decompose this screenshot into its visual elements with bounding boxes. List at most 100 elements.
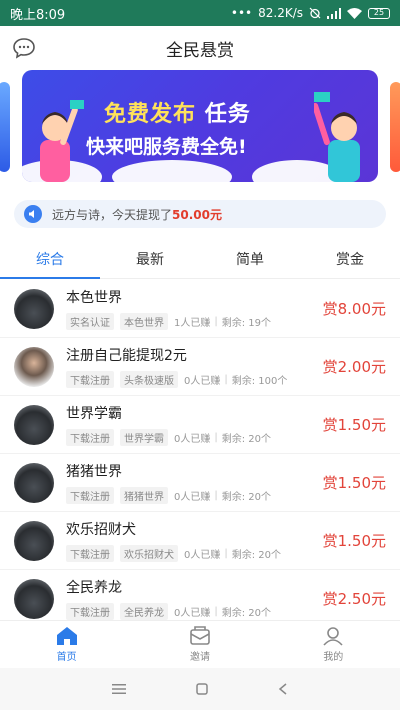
task-type-tag: 下载注册: [66, 371, 114, 388]
task-avatar: [14, 404, 54, 445]
task-reward: 赏2.00元: [322, 358, 386, 376]
meta-divider: |: [224, 374, 228, 385]
task-avatar: [14, 346, 54, 387]
task-earned-count: 0人已赚: [184, 550, 221, 561]
meta-divider: |: [214, 432, 218, 443]
task-reward: 赏8.00元: [322, 300, 386, 318]
battery-icon: 25: [368, 7, 390, 19]
cheering-person-left-illustration: [40, 100, 84, 182]
signal-dots-icon: •••: [230, 6, 253, 20]
task-avatar: [14, 578, 54, 619]
tab-simple[interactable]: 简单: [200, 243, 300, 278]
task-app-tag: 头条极速版: [120, 371, 178, 388]
task-name: 全民养龙: [66, 580, 122, 596]
banner-carousel[interactable]: 免费发布 任务 快来吧服务费全免!: [0, 68, 400, 186]
task-type-tag: 下载注册: [66, 487, 114, 504]
banner-headline-rest: 任务: [204, 102, 251, 127]
invite-icon: [190, 626, 210, 645]
back-icon[interactable]: [278, 683, 288, 695]
tab-comprehensive[interactable]: 综合: [0, 243, 100, 279]
task-app-tag: 全民养龙: [120, 603, 168, 620]
wifi-icon: [347, 7, 362, 19]
task-row[interactable]: 猪猪世界 下载注册 猪猪世界 0人已赚 | 剩余: 20个 赏1.50元: [0, 454, 400, 512]
network-speed: 82.2K/s: [258, 6, 303, 20]
task-tabs: 综合 最新 简单 赏金: [0, 243, 400, 279]
task-earned-count: 0人已赚: [184, 376, 221, 387]
task-earned-count: 0人已赚: [174, 492, 211, 503]
system-nav-bar: [0, 668, 400, 710]
task-reward: 赏2.50元: [322, 590, 386, 608]
nav-invite-label: 邀请: [189, 652, 210, 663]
task-type-tag: 实名认证: [66, 313, 114, 330]
promo-banner[interactable]: 免费发布 任务 快来吧服务费全免!: [22, 70, 378, 182]
task-earned-count: 0人已赚: [174, 608, 211, 619]
speaker-icon: [24, 205, 42, 223]
task-earned-count: 0人已赚: [174, 434, 211, 445]
cheering-person-right-illustration: [314, 92, 360, 182]
task-name: 欢乐招财犬: [66, 522, 136, 538]
profile-icon: [323, 627, 343, 646]
home-icon: [56, 627, 77, 645]
nav-home[interactable]: 首页: [0, 621, 133, 668]
task-type-tag: 下载注册: [66, 603, 114, 620]
task-app-tag: 本色世界: [120, 313, 168, 330]
meta-divider: |: [214, 316, 218, 327]
page-title: 全民悬赏: [166, 40, 234, 61]
task-reward: 赏1.50元: [322, 532, 386, 550]
task-name: 世界学霸: [66, 406, 122, 422]
banner-subline: 快来吧服务费全免!: [86, 136, 247, 158]
task-row[interactable]: 注册自己能提现2元 下载注册 头条极速版 0人已赚 | 剩余: 100个 赏2.…: [0, 338, 400, 396]
meta-divider: |: [214, 606, 218, 617]
task-avatar: [14, 520, 54, 561]
task-type-tag: 下载注册: [66, 429, 114, 446]
status-bar: 晚上8:09 ••• 82.2K/s 25: [0, 0, 400, 26]
task-row[interactable]: 本色世界 实名认证 本色世界 1人已赚 | 剩余: 19个 赏8.00元: [0, 280, 400, 338]
task-app-tag: 欢乐招财犬: [120, 545, 178, 562]
task-remaining: 剩余: 100个: [231, 376, 288, 387]
task-remaining: 剩余: 20个: [221, 492, 272, 503]
nav-home-label: 首页: [56, 652, 77, 663]
message-icon[interactable]: [12, 37, 36, 59]
alarm-off-icon: [309, 7, 321, 19]
task-avatar: [14, 288, 54, 329]
task-reward: 赏1.50元: [322, 416, 386, 434]
prev-banner-card[interactable]: [0, 82, 10, 172]
cloud-decoration: [112, 160, 232, 182]
task-name: 本色世界: [66, 290, 122, 306]
tab-latest[interactable]: 最新: [100, 243, 200, 278]
task-list: 本色世界 实名认证 本色世界 1人已赚 | 剩余: 19个 赏8.00元 注册自…: [0, 280, 400, 628]
task-row[interactable]: 世界学霸 下载注册 世界学霸 0人已赚 | 剩余: 20个 赏1.50元: [0, 396, 400, 454]
task-reward: 赏1.50元: [322, 474, 386, 492]
task-remaining: 剩余: 20个: [221, 434, 272, 445]
menu-icon[interactable]: [112, 683, 126, 695]
cell-signal-icon: [327, 7, 341, 19]
withdraw-notice[interactable]: 远方与诗，今天提现了 50.00元: [14, 200, 386, 228]
task-type-tag: 下载注册: [66, 545, 114, 562]
task-avatar: [14, 462, 54, 503]
next-banner-card[interactable]: [390, 82, 400, 172]
task-remaining: 剩余: 19个: [221, 318, 272, 329]
nav-invite[interactable]: 邀请: [133, 621, 266, 668]
notice-text: 远方与诗，今天提现了: [52, 207, 173, 222]
nav-profile-label: 我的: [323, 652, 344, 663]
task-remaining: 剩余: 20个: [231, 550, 282, 561]
task-name: 注册自己能提现2元: [66, 348, 187, 364]
meta-divider: |: [214, 490, 218, 501]
task-row[interactable]: 欢乐招财犬 下载注册 欢乐招财犬 0人已赚 | 剩余: 20个 赏1.50元: [0, 512, 400, 570]
bottom-nav: 首页 邀请 我的: [0, 620, 400, 668]
status-time: 晚上8:09: [10, 7, 66, 23]
notice-amount: 50.00元: [172, 207, 222, 222]
tab-reward[interactable]: 赏金: [300, 243, 400, 278]
status-icons: ••• 82.2K/s 25: [231, 6, 390, 20]
task-earned-count: 1人已赚: [174, 318, 211, 329]
banner-headline: 免费发布 任务: [104, 96, 251, 128]
nav-profile[interactable]: 我的: [267, 621, 400, 668]
task-app-tag: 猪猪世界: [120, 487, 168, 504]
task-name: 猪猪世界: [66, 464, 122, 480]
banner-headline-highlight: 免费发布: [104, 102, 197, 127]
meta-divider: |: [224, 548, 228, 559]
task-app-tag: 世界学霸: [120, 429, 168, 446]
home-square-icon[interactable]: [196, 683, 208, 695]
app-header: 全民悬赏: [0, 26, 400, 70]
task-remaining: 剩余: 20个: [221, 608, 272, 619]
